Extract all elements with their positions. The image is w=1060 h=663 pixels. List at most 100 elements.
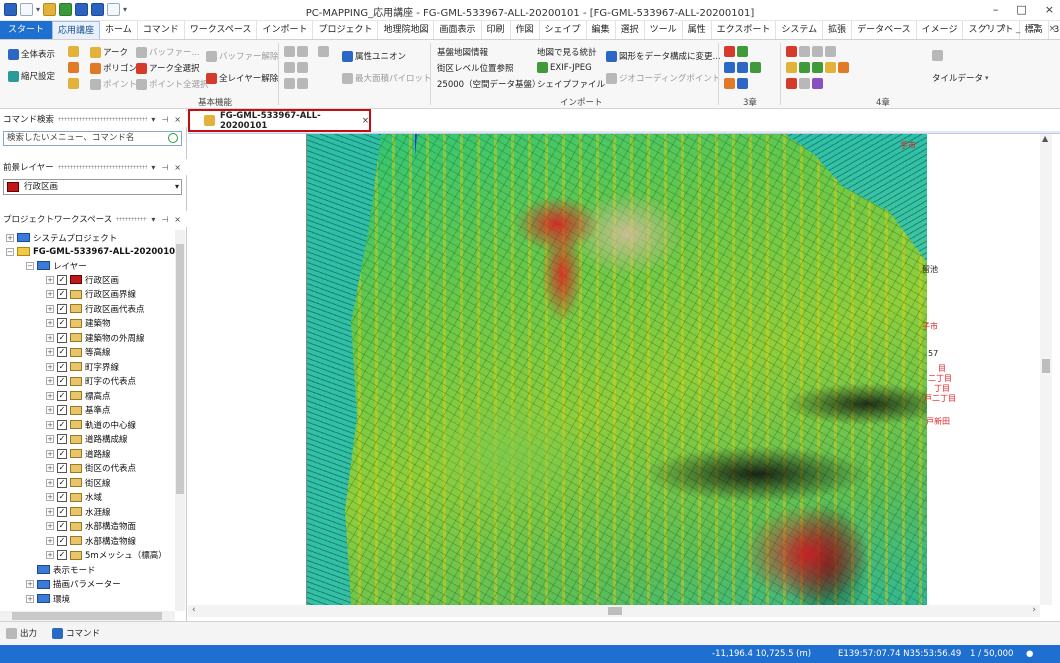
k25000-button[interactable]: 25000（空間データ基盤） — [437, 78, 541, 90]
ch3-tools-row1[interactable] — [724, 46, 748, 57]
minimize-button[interactable]: – — [993, 3, 999, 16]
doc-minimize-icon[interactable]: _ — [1016, 24, 1021, 34]
gaiku-level-button[interactable]: 街区レベル位置参照 — [437, 62, 514, 74]
close-tab-icon[interactable]: × — [362, 116, 369, 126]
expand-icon[interactable]: + — [26, 580, 34, 588]
layer-row[interactable]: + ✓ 標高点 — [46, 389, 111, 402]
tab-print[interactable]: 印刷 — [482, 21, 511, 39]
checkbox[interactable]: ✓ — [57, 550, 67, 560]
layer-row[interactable]: + ✓ 街区線 — [46, 476, 111, 489]
shapefile-button[interactable]: シェイプファイル — [537, 78, 605, 90]
scroll-up-icon[interactable]: ▲ — [1042, 134, 1048, 143]
checkbox[interactable]: ✓ — [57, 347, 67, 357]
tab-select[interactable]: 選択 — [616, 21, 645, 39]
small-tool-2[interactable] — [284, 62, 308, 73]
collapse-icon[interactable]: − — [6, 247, 14, 256]
checkbox[interactable]: ✓ — [57, 492, 67, 502]
layer-row[interactable]: + ✓ 行政区画代表点 — [46, 302, 145, 315]
layer-row[interactable]: + ✓ 水涯線 — [46, 505, 111, 518]
scroll-left-icon[interactable]: ‹ — [192, 605, 196, 615]
tree-node-environment[interactable]: + 環境 — [26, 592, 70, 605]
arc-select-button[interactable]: アーク — [90, 46, 128, 58]
all-layer-clear-button[interactable]: 全レイヤー解除 — [206, 72, 278, 84]
geocoding-point-button[interactable]: ジオコーディングポイント — [606, 72, 720, 84]
tree-horizontal-scrollbar[interactable] — [0, 611, 175, 621]
tab-system[interactable]: システム — [776, 21, 824, 39]
map-horizontal-scrollbar[interactable]: ‹ › — [188, 605, 1040, 617]
excel-icon[interactable] — [59, 3, 73, 16]
scale-readout[interactable]: 1 / 50,000 — [970, 649, 1013, 659]
save-icon[interactable] — [75, 3, 89, 16]
checkbox[interactable]: ✓ — [57, 361, 67, 372]
ch3-tools-row2[interactable] — [724, 62, 761, 73]
buffer-clear-button[interactable]: バッファー解除 — [206, 50, 279, 62]
layer-row[interactable]: + ✓ 行政区画界線 — [46, 288, 136, 301]
close-icon[interactable]: × — [174, 163, 181, 172]
tab-export[interactable]: エクスポート — [712, 21, 777, 39]
checkbox[interactable]: ✓ — [57, 289, 67, 299]
checkbox[interactable]: ✓ — [57, 303, 67, 314]
checkbox[interactable]: ✓ — [57, 419, 67, 430]
maximize-button[interactable]: □ — [1016, 3, 1026, 16]
search-icon[interactable] — [168, 133, 178, 143]
document-tab[interactable]: FG-GML-533967-ALL-20200101 × — [188, 109, 371, 132]
zoom-all-button[interactable]: 全体表示 — [8, 48, 55, 60]
chevron-down-icon[interactable]: ▾ — [175, 180, 179, 194]
tab-command[interactable]: コマンド — [138, 21, 185, 39]
layer-row[interactable]: + ✓ 5mメッシュ（標高） — [46, 549, 167, 562]
tool-icon-b[interactable] — [68, 62, 79, 73]
checkbox[interactable]: ✓ — [57, 390, 67, 401]
checkbox[interactable]: ✓ — [57, 405, 67, 415]
ch4-tools-row1[interactable] — [786, 46, 836, 57]
checkbox[interactable]: ✓ — [57, 506, 67, 517]
collapse-ribbon-icon[interactable]: ^ — [984, 24, 992, 34]
open-folder-icon[interactable] — [43, 3, 57, 16]
tree-node-project[interactable]: − FG-GML-533967-ALL-20200101 — [6, 245, 175, 258]
tab-tools[interactable]: ツール — [645, 21, 683, 39]
checkbox[interactable]: ✓ — [57, 521, 67, 531]
tab-edit[interactable]: 編集 — [587, 21, 616, 39]
doc-close-icon[interactable]: × — [1048, 24, 1056, 34]
layer-row[interactable]: + ✓ 水部構造物面 — [46, 520, 136, 533]
map-vertical-scrollbar[interactable]: ▲ — [1040, 134, 1052, 605]
point-select-all-button[interactable]: ポイント全選択 — [136, 78, 209, 90]
pin-icon[interactable]: ⊣ — [161, 215, 168, 224]
tab-draw[interactable]: 作図 — [511, 21, 540, 39]
tree-node-display-mode[interactable]: 表示モード — [26, 563, 96, 576]
layer-row[interactable]: + ✓ 道路線 — [46, 447, 111, 460]
expand-icon[interactable]: + — [26, 594, 34, 603]
tab-attribute[interactable]: 属性 — [683, 21, 712, 39]
tab-extension[interactable]: 拡張 — [823, 21, 853, 39]
scroll-right-icon[interactable]: › — [1032, 605, 1036, 615]
tab-oyo-koza[interactable]: 応用講座 — [52, 21, 101, 39]
expand-icon[interactable]: + — [6, 233, 14, 242]
checkbox[interactable]: ✓ — [57, 448, 67, 459]
layer-row[interactable]: + ✓ 軌道の中心線 — [46, 418, 136, 431]
close-button[interactable]: × — [1045, 3, 1054, 16]
checkbox[interactable]: ✓ — [57, 463, 67, 473]
tree-node-draw-params[interactable]: + 描画パラメーター — [26, 578, 121, 591]
import-icon[interactable] — [91, 3, 105, 16]
output-tab[interactable]: 出力 — [6, 627, 37, 639]
attribute-union-button[interactable]: 属性ユニオン — [342, 50, 406, 62]
pane-menu-icon[interactable]: ▾ — [151, 163, 155, 172]
copy-icon[interactable] — [107, 3, 121, 16]
app-icon[interactable] — [4, 3, 17, 16]
tab-home[interactable]: ホーム — [100, 21, 138, 39]
command-tab[interactable]: コマンド — [52, 627, 100, 639]
pin-icon[interactable]: ⊣ — [161, 115, 168, 124]
tab-shape[interactable]: シェイプ — [540, 21, 587, 39]
checkbox[interactable]: ✓ — [57, 274, 67, 285]
layer-row[interactable]: + ✓ 水部構造物線 — [46, 534, 136, 547]
checkbox[interactable]: ✓ — [57, 477, 67, 488]
checkbox[interactable]: ✓ — [57, 332, 67, 343]
layer-row[interactable]: + ✓ 行政区画 — [46, 273, 119, 286]
tab-database[interactable]: データベース — [852, 21, 917, 39]
tab-image[interactable]: イメージ — [917, 21, 964, 39]
zukei-convert-button[interactable]: 図形をデータ構成に変更... — [606, 50, 721, 62]
polygon-select-button[interactable]: ポリゴン — [90, 62, 137, 74]
tile-data-button[interactable]: タイルデータ ▾ — [932, 72, 989, 84]
tab-workspace[interactable]: ワークスペース — [185, 21, 258, 39]
checkbox[interactable]: ✓ — [57, 318, 67, 328]
buffer-button[interactable]: バッファー... — [136, 46, 200, 58]
